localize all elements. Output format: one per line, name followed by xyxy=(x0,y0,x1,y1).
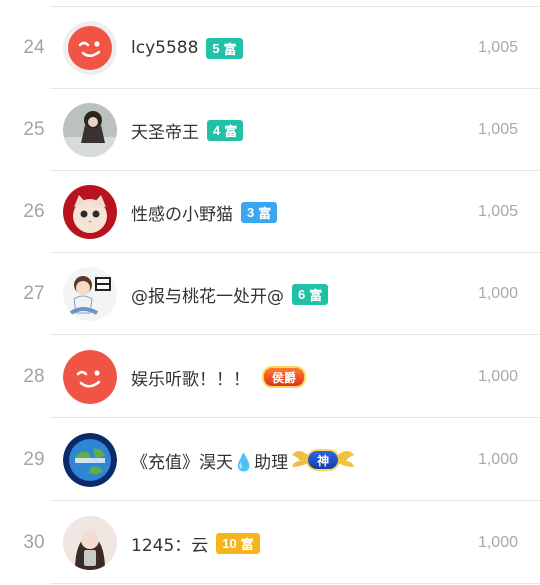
divider xyxy=(50,334,540,335)
user-name: @报与桃花一处开@ xyxy=(131,286,284,307)
wing-icon xyxy=(292,451,309,467)
divider xyxy=(50,583,540,584)
badge-level: 6 xyxy=(298,286,306,302)
rank-number: 27 xyxy=(23,283,45,304)
default-avatar-icon[interactable] xyxy=(63,21,117,75)
ranking-row[interactable]: 28 娱乐听歌！！！ 侯爵 1,000 xyxy=(0,336,540,418)
rank-number: 29 xyxy=(23,449,45,470)
score-value: 1,000 xyxy=(477,534,518,551)
badge-level: 3 xyxy=(247,204,255,220)
score-value: 1,005 xyxy=(477,39,518,56)
user-name: lcy5588 xyxy=(131,38,199,58)
wing-icon xyxy=(338,451,355,467)
rank-number: 26 xyxy=(23,201,45,222)
photo-avatar-icon[interactable] xyxy=(63,103,117,157)
wealth-level-badge: 6富 xyxy=(292,283,329,305)
divider xyxy=(50,500,540,501)
ranking-row[interactable]: 27 @报与桃花一处开@ 6富 1,000 xyxy=(0,253,540,335)
default-avatar-icon[interactable] xyxy=(63,350,117,404)
badge-label: 富 xyxy=(258,206,272,222)
ranking-row[interactable]: 29 《充值》淏天💧助理 神 1,000 xyxy=(0,419,540,501)
badge-label: 富 xyxy=(309,288,323,304)
wealth-level-badge: 4富 xyxy=(207,119,244,141)
user-name: 天圣帝王 xyxy=(131,122,199,143)
earth-avatar-icon[interactable] xyxy=(63,433,117,487)
rank-number: 30 xyxy=(23,532,45,553)
god-noble-badge: 神 xyxy=(292,449,355,471)
score-value: 1,000 xyxy=(477,451,518,468)
ranking-row[interactable]: 25 天圣帝王 4富 1,005 xyxy=(0,89,540,171)
photo-avatar-icon[interactable] xyxy=(63,516,117,570)
wealth-level-badge: 5富 xyxy=(206,37,243,59)
badge-level: 4 xyxy=(213,122,221,138)
marquis-noble-badge: 侯爵 xyxy=(262,366,307,388)
badge-label: 富 xyxy=(223,42,237,58)
ranking-row[interactable]: 24 lcy5588 5富 1,005 xyxy=(0,7,540,89)
badge-label: 神 xyxy=(317,453,330,468)
wealth-level-badge: 10 富 xyxy=(216,532,260,554)
wealth-level-badge: 3富 xyxy=(241,201,278,223)
score-value: 1,000 xyxy=(477,368,518,385)
user-name: 娱乐听歌！！！ xyxy=(131,369,250,390)
badge-label: 富 xyxy=(240,537,254,553)
rank-number: 25 xyxy=(23,119,45,140)
user-name: 《充值》淏天💧助理 xyxy=(131,452,289,473)
kitten-avatar-icon[interactable] xyxy=(63,185,117,239)
score-value: 1,005 xyxy=(477,203,518,220)
ranking-row[interactable]: 26 性感の小野猫 3富 1,005 xyxy=(0,171,540,253)
user-name: 1245：云 xyxy=(131,535,209,556)
rank-number: 28 xyxy=(23,366,45,387)
score-value: 1,005 xyxy=(477,121,518,138)
score-value: 1,000 xyxy=(477,285,518,302)
divider xyxy=(50,417,540,418)
rank-number: 24 xyxy=(23,37,45,58)
badge-level: 5 xyxy=(212,40,220,56)
cartoon-avatar-icon[interactable] xyxy=(63,267,117,321)
badge-label: 富 xyxy=(224,124,238,140)
user-name: 性感の小野猫 xyxy=(131,204,233,225)
badge-level: 10 xyxy=(222,535,237,551)
ranking-row[interactable]: 30 1245：云 10 富 1,000 xyxy=(0,502,540,584)
